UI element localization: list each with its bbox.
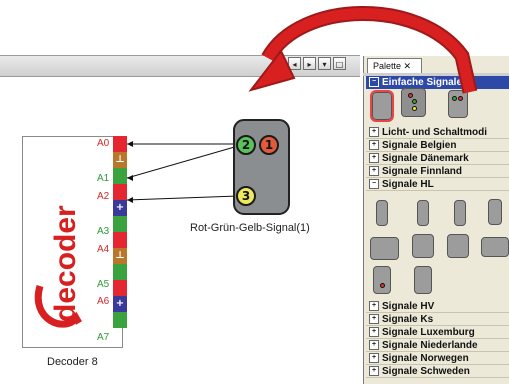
palette-section-label: Signale Dänemark <box>382 153 469 164</box>
expand-icon[interactable]: + <box>369 366 379 377</box>
palette-section[interactable]: + Licht- und Schaltmodi <box>366 126 509 139</box>
expand-icon[interactable]: + <box>369 314 379 325</box>
expand-icon[interactable]: + <box>369 127 379 138</box>
palette-section[interactable]: + Signale Finnland <box>366 165 509 178</box>
palette-tab[interactable]: Palette ✕ <box>367 58 422 73</box>
palette-section-label: Signale HV <box>382 301 435 312</box>
expand-icon[interactable]: + <box>369 340 379 351</box>
decoder-pin-label: A6 <box>97 296 110 308</box>
expand-icon[interactable]: + <box>369 166 379 177</box>
decoder-caption: Decoder 8 <box>47 356 98 368</box>
decoder-pin[interactable]: + <box>113 296 127 312</box>
decoder-pin-label: A0 <box>97 138 110 149</box>
hl-signal-icon-5[interactable] <box>370 237 399 260</box>
decoder-pin[interactable] <box>113 216 127 232</box>
expand-icon[interactable]: + <box>369 140 379 151</box>
expand-icon[interactable]: + <box>369 301 379 312</box>
decoder-pin[interactable]: ⊥ <box>113 248 127 264</box>
decoder-pin-label: A1 <box>97 173 110 185</box>
scroll-left-button[interactable]: ◂ <box>288 57 301 70</box>
decoder-pin[interactable]: + <box>113 200 127 216</box>
palette-section[interactable]: + Signale Niederlande <box>366 339 509 352</box>
decoder-pin[interactable]: ⊥ <box>113 152 127 168</box>
ground-icon: ⊥ <box>115 154 125 165</box>
collapse-icon[interactable]: − <box>369 179 379 190</box>
decoder-pin[interactable] <box>113 136 127 152</box>
palette-section[interactable]: − Signale HL <box>366 178 509 191</box>
signal-lamp-red: 1 <box>259 135 279 155</box>
hl-signal-icon-7[interactable] <box>447 234 469 258</box>
ground-icon: ⊥ <box>115 250 125 261</box>
signal-lamp-yellow: 3 <box>236 186 256 206</box>
palette-section-label: Einfache Signale <box>382 77 463 88</box>
simple-signal-icon-1[interactable] <box>370 90 394 122</box>
palette-section-label: Signale HL <box>382 179 434 190</box>
palette-section[interactable]: + Signale Dänemark <box>366 152 509 165</box>
palette-section[interactable]: + Signale Belgien <box>366 139 509 152</box>
palette-section-label: Signale Niederlande <box>382 340 478 351</box>
palette-section[interactable]: − Einfache Signale <box>366 76 509 89</box>
decoder-pin[interactable] <box>113 312 127 328</box>
decoder-pin-label: A5 <box>97 278 110 290</box>
decoder-pin[interactable] <box>113 280 127 296</box>
decoder-pin-label: A2 <box>97 190 110 202</box>
hl-signal-icon-10[interactable] <box>414 266 432 294</box>
decoder-pin[interactable] <box>113 168 127 184</box>
decoder-pin[interactable] <box>113 264 127 280</box>
tab-list-button[interactable]: ▾ <box>318 57 331 70</box>
palette-section-label: Licht- und Schaltmodi <box>382 127 487 138</box>
palette-section-label: Signale Finnland <box>382 166 463 177</box>
expand-icon[interactable]: + <box>369 353 379 364</box>
decoder-pin[interactable] <box>113 232 127 248</box>
palette-section[interactable]: + Signale Schweden <box>366 365 509 378</box>
decoder-pin-label: A7 <box>97 331 110 343</box>
palette-section[interactable]: + Signale Ks <box>366 313 509 326</box>
plus-icon: + <box>115 202 125 213</box>
expand-icon[interactable]: + <box>369 153 379 164</box>
palette-section-label: Signale Norwegen <box>382 353 469 364</box>
hl-signal-icon-1[interactable] <box>376 200 388 226</box>
hl-signal-icon-3[interactable] <box>454 200 466 226</box>
scroll-right-button[interactable]: ▸ <box>303 57 316 70</box>
palette-section[interactable]: + Signale Norwegen <box>366 352 509 365</box>
palette-section-label: Signale Schweden <box>382 366 470 377</box>
simple-signal-icon-3[interactable] <box>448 90 468 118</box>
hl-signal-icon-8[interactable] <box>481 237 509 257</box>
hl-signal-icon-9[interactable] <box>373 266 391 294</box>
palette-section-label: Signale Luxemburg <box>382 327 475 338</box>
signal-lamp-green: 2 <box>236 135 256 155</box>
collapse-icon[interactable]: − <box>369 77 379 88</box>
decoder-pin[interactable] <box>113 184 127 200</box>
plus-icon: + <box>115 298 125 309</box>
expand-icon[interactable]: + <box>369 327 379 338</box>
decoder-pin-label: A4 <box>97 243 110 255</box>
palette-section[interactable]: + Signale Luxemburg <box>366 326 509 339</box>
palette-section-label: Signale Belgien <box>382 140 457 151</box>
tab-navigation: ◂ ▸ ▾ □ <box>288 57 346 70</box>
signal-caption: Rot-Grün-Gelb-Signal(1) <box>190 222 310 234</box>
palette-section[interactable]: + Signale HV <box>366 300 509 313</box>
hl-signal-icon-2[interactable] <box>417 200 429 226</box>
palette-section-label: Signale Ks <box>382 314 434 325</box>
hl-signal-icon-6[interactable] <box>412 234 434 258</box>
restore-button[interactable]: □ <box>333 57 346 70</box>
hl-signal-icon-4[interactable] <box>488 199 502 225</box>
decoder-block[interactable] <box>22 136 123 348</box>
decoder-pin-strip: ⊥ + ⊥ + <box>113 136 127 328</box>
decoder-pin-label: A3 <box>97 226 110 237</box>
